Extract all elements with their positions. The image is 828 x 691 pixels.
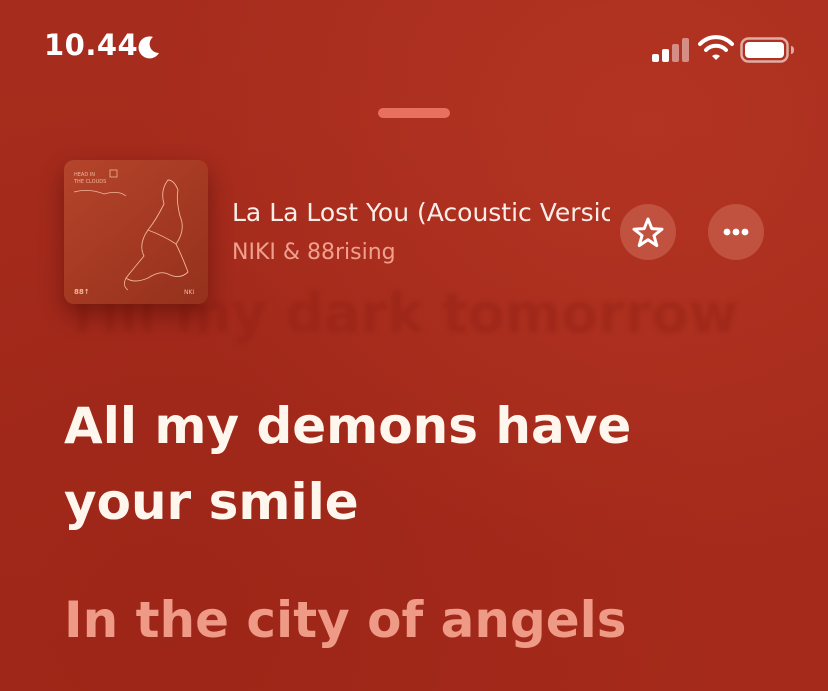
status-time: 10.44 bbox=[44, 28, 139, 62]
moon-icon bbox=[138, 36, 159, 59]
more-icon bbox=[723, 228, 749, 236]
wifi-icon bbox=[698, 35, 734, 60]
sheet-grabber[interactable] bbox=[378, 108, 450, 118]
status-bar: 10.44 bbox=[0, 0, 828, 100]
star-icon bbox=[632, 217, 664, 248]
song-title: La La Lost You (Acoustic Version) bbox=[232, 198, 610, 227]
lyric-next-line[interactable]: In the city of angels bbox=[64, 582, 764, 658]
album-artwork[interactable]: HEAD IN THE CLOUDS 88↑ NKI bbox=[64, 160, 208, 304]
battery-icon bbox=[740, 37, 794, 63]
lyric-current-line[interactable]: All my demons have your smile bbox=[64, 388, 764, 540]
svg-text:88↑: 88↑ bbox=[74, 288, 90, 296]
more-options-button[interactable] bbox=[708, 204, 764, 260]
artist-name[interactable]: NIKI & 88rising bbox=[232, 240, 396, 265]
now-playing-header: HEAD IN THE CLOUDS 88↑ NKI La La Lost Yo… bbox=[0, 150, 828, 310]
svg-text:THE CLOUDS: THE CLOUDS bbox=[73, 179, 106, 185]
svg-text:HEAD IN: HEAD IN bbox=[74, 172, 95, 178]
svg-text:NKI: NKI bbox=[184, 289, 194, 296]
favorite-button[interactable] bbox=[620, 204, 676, 260]
cellular-signal-icon bbox=[652, 38, 689, 62]
